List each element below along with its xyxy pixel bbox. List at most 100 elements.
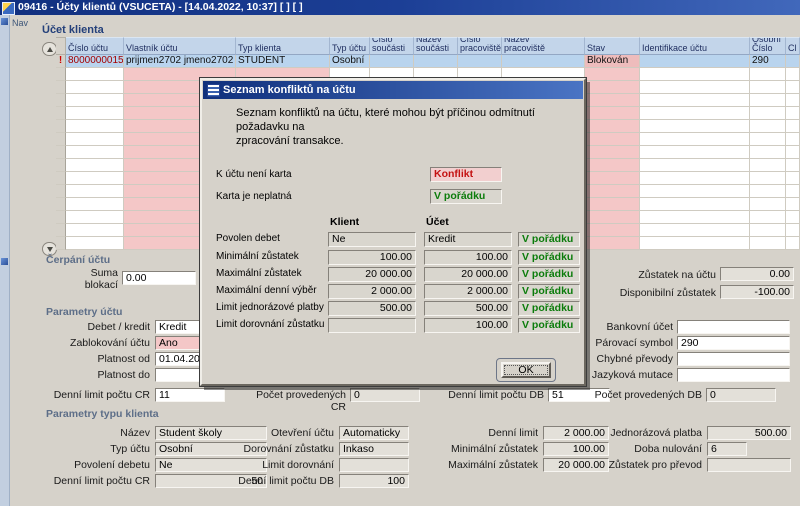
parovaci-symbol-field[interactable]: 290 <box>677 336 790 350</box>
bankovni-ucet-field[interactable] <box>677 320 790 334</box>
table-cell[interactable] <box>56 224 66 237</box>
table-cell[interactable] <box>585 224 640 237</box>
table-cell[interactable] <box>750 224 786 237</box>
table-cell[interactable] <box>56 81 66 94</box>
table-cell[interactable] <box>750 185 786 198</box>
chybne-prevody-field[interactable] <box>677 352 790 366</box>
table-cell[interactable] <box>585 81 640 94</box>
selected-row-cell-10[interactable] <box>640 55 750 68</box>
table-cell[interactable] <box>640 68 750 81</box>
table-cell[interactable] <box>786 198 800 211</box>
table-cell[interactable] <box>786 159 800 172</box>
toolbar-icon-top[interactable] <box>1 18 8 25</box>
table-cell[interactable] <box>66 68 124 81</box>
record-scroll-up-button[interactable] <box>42 42 57 56</box>
table-cell[interactable] <box>66 237 124 250</box>
table-cell[interactable] <box>66 120 124 133</box>
table-cell[interactable] <box>56 185 66 198</box>
table-cell[interactable] <box>66 224 124 237</box>
selected-row-cell-9[interactable]: Blokován <box>585 55 640 68</box>
table-cell[interactable] <box>750 81 786 94</box>
dialog-titlebar[interactable]: Seznam konfliktů na účtu <box>203 81 583 99</box>
table-cell[interactable] <box>750 94 786 107</box>
table-cell[interactable] <box>640 198 750 211</box>
table-cell[interactable] <box>585 68 640 81</box>
table-cell[interactable] <box>750 172 786 185</box>
table-cell[interactable] <box>640 211 750 224</box>
table-cell[interactable] <box>640 133 750 146</box>
table-cell[interactable] <box>56 68 66 81</box>
table-cell[interactable] <box>640 107 750 120</box>
table-cell[interactable] <box>750 198 786 211</box>
ok-button[interactable]: OK <box>501 362 551 378</box>
selected-row-cell-8[interactable] <box>502 55 585 68</box>
table-cell[interactable] <box>640 172 750 185</box>
table-cell[interactable] <box>640 94 750 107</box>
table-cell[interactable] <box>56 133 66 146</box>
table-cell[interactable] <box>750 146 786 159</box>
table-cell[interactable] <box>640 146 750 159</box>
selected-row-cell-11[interactable]: 290 <box>750 55 786 68</box>
table-cell[interactable] <box>585 159 640 172</box>
table-cell[interactable] <box>640 120 750 133</box>
selected-row-cell-7[interactable] <box>458 55 502 68</box>
table-cell[interactable] <box>56 172 66 185</box>
table-cell[interactable] <box>640 185 750 198</box>
table-cell[interactable] <box>786 133 800 146</box>
table-cell[interactable] <box>56 107 66 120</box>
table-cell[interactable] <box>66 185 124 198</box>
table-cell[interactable] <box>66 133 124 146</box>
table-cell[interactable] <box>640 159 750 172</box>
titlebar[interactable]: 09416 - Účty klientů (VSUCETA) - [14.04.… <box>0 0 800 15</box>
selected-row-cell-3[interactable]: STUDENT <box>236 55 330 68</box>
table-cell[interactable] <box>585 107 640 120</box>
table-cell[interactable] <box>786 224 800 237</box>
table-cell[interactable] <box>66 146 124 159</box>
table-cell[interactable] <box>750 107 786 120</box>
table-cell[interactable] <box>585 94 640 107</box>
table-cell[interactable] <box>640 81 750 94</box>
table-cell[interactable] <box>66 107 124 120</box>
table-cell[interactable] <box>786 211 800 224</box>
table-cell[interactable] <box>56 198 66 211</box>
table-cell[interactable] <box>66 211 124 224</box>
jazykova-mutace-field[interactable] <box>677 368 790 382</box>
table-cell[interactable] <box>66 81 124 94</box>
table-cell[interactable] <box>786 68 800 81</box>
table-cell[interactable] <box>66 172 124 185</box>
toolbar-icon-bottom[interactable] <box>1 258 8 265</box>
table-cell[interactable] <box>786 146 800 159</box>
table-cell[interactable] <box>585 133 640 146</box>
selected-row-cell-6[interactable] <box>414 55 458 68</box>
table-cell[interactable] <box>56 120 66 133</box>
table-cell[interactable] <box>750 237 786 250</box>
table-cell[interactable] <box>585 185 640 198</box>
table-cell[interactable] <box>585 146 640 159</box>
table-cell[interactable] <box>585 120 640 133</box>
table-cell[interactable] <box>66 159 124 172</box>
selected-row-cell-5[interactable] <box>370 55 414 68</box>
denni-limit-cr-field[interactable]: 11 <box>155 388 225 402</box>
table-cell[interactable] <box>56 146 66 159</box>
table-cell[interactable] <box>786 81 800 94</box>
table-cell[interactable] <box>66 198 124 211</box>
table-cell[interactable] <box>786 120 800 133</box>
table-cell[interactable] <box>786 172 800 185</box>
table-cell[interactable] <box>750 211 786 224</box>
table-cell[interactable] <box>640 237 750 250</box>
table-cell[interactable] <box>56 159 66 172</box>
table-cell[interactable] <box>56 211 66 224</box>
table-cell[interactable] <box>640 224 750 237</box>
table-cell[interactable] <box>786 185 800 198</box>
table-cell[interactable] <box>585 211 640 224</box>
table-cell[interactable] <box>786 107 800 120</box>
table-cell[interactable] <box>750 159 786 172</box>
selected-account-row[interactable]: !8000000015prijmen2702 jmeno2702STUDENTO… <box>56 55 800 68</box>
table-cell[interactable] <box>585 237 640 250</box>
table-cell[interactable] <box>786 94 800 107</box>
table-cell[interactable] <box>56 237 66 250</box>
selected-row-cell-4[interactable]: Osobní <box>330 55 370 68</box>
table-cell[interactable] <box>585 198 640 211</box>
selected-row-cell-1[interactable]: 8000000015 <box>66 55 124 68</box>
table-cell[interactable] <box>786 237 800 250</box>
